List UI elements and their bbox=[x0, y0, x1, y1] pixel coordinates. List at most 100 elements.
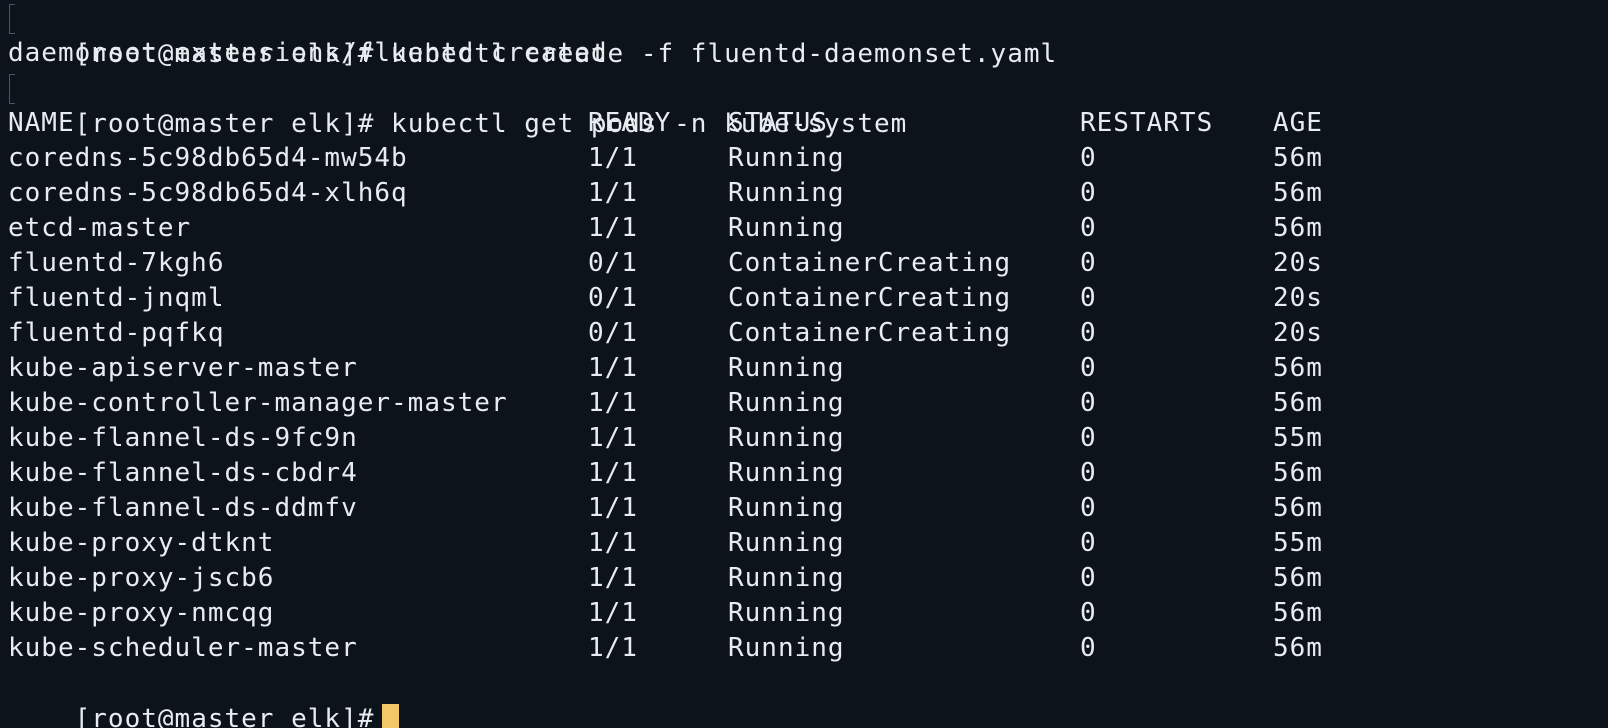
table-row: fluentd-7kgh6 0/1 ContainerCreating 0 20… bbox=[8, 245, 1322, 281]
pod-restarts: 0 bbox=[1080, 493, 1097, 523]
pod-ready: 0/1 bbox=[588, 248, 638, 278]
pod-age: 20s bbox=[1273, 248, 1323, 278]
pod-name: kube-proxy-dtknt bbox=[8, 528, 275, 558]
command-output: daemonset.extensions/fluentd created bbox=[8, 38, 608, 68]
column-header-age: AGE bbox=[1273, 108, 1323, 138]
pod-restarts: 0 bbox=[1080, 248, 1097, 278]
pod-restarts: 0 bbox=[1080, 178, 1097, 208]
table-row: kube-flannel-ds-ddmfv 1/1 Running 0 56m bbox=[8, 490, 1322, 526]
pod-status: ContainerCreating bbox=[728, 318, 1012, 348]
pod-restarts: 0 bbox=[1080, 283, 1097, 313]
pod-name: kube-flannel-ds-ddmfv bbox=[8, 493, 358, 523]
column-header-name: NAME bbox=[8, 108, 75, 138]
table-row: fluentd-pqfkq 0/1 ContainerCreating 0 20… bbox=[8, 315, 1322, 351]
table-row: kube-proxy-jscb6 1/1 Running 0 56m bbox=[8, 560, 1322, 596]
pod-restarts: 0 bbox=[1080, 458, 1097, 488]
table-row: kube-proxy-nmcqg 1/1 Running 0 56m bbox=[8, 595, 1322, 631]
pod-name: kube-controller-manager-master bbox=[8, 388, 508, 418]
pod-ready: 1/1 bbox=[588, 423, 638, 453]
pod-age: 56m bbox=[1273, 353, 1323, 383]
pod-age: 55m bbox=[1273, 423, 1323, 453]
pod-status: Running bbox=[728, 143, 845, 173]
pod-ready: 1/1 bbox=[588, 493, 638, 523]
table-row: coredns-5c98db65d4-mw54b 1/1 Running 0 5… bbox=[8, 140, 1322, 176]
pod-restarts: 0 bbox=[1080, 528, 1097, 558]
pod-status: Running bbox=[728, 458, 845, 488]
pod-age: 56m bbox=[1273, 493, 1323, 523]
pod-restarts: 0 bbox=[1080, 598, 1097, 628]
pod-age: 56m bbox=[1273, 563, 1323, 593]
pod-age: 20s bbox=[1273, 318, 1323, 348]
table-row: kube-proxy-dtknt 1/1 Running 0 55m bbox=[8, 525, 1322, 561]
pod-name: etcd-master bbox=[8, 213, 192, 243]
table-header-row: NAME READY STATUS RESTARTS AGE bbox=[8, 105, 1322, 141]
terminal-window[interactable]: [root@master elk]# kubectl create -f flu… bbox=[0, 0, 1608, 728]
active-prompt-line[interactable]: [root@master elk]# bbox=[8, 665, 400, 728]
pod-ready: 1/1 bbox=[588, 388, 638, 418]
pod-ready: 1/1 bbox=[588, 353, 638, 383]
pod-restarts: 0 bbox=[1080, 388, 1097, 418]
pod-age: 55m bbox=[1273, 528, 1323, 558]
pod-ready: 0/1 bbox=[588, 283, 638, 313]
pod-name: coredns-5c98db65d4-mw54b bbox=[8, 143, 408, 173]
table-row: kube-scheduler-master 1/1 Running 0 56m bbox=[8, 630, 1322, 666]
pod-age: 20s bbox=[1273, 283, 1323, 313]
pod-status: Running bbox=[728, 528, 845, 558]
pod-ready: 1/1 bbox=[588, 178, 638, 208]
shell-prompt: [root@master elk]# bbox=[74, 704, 375, 728]
pod-restarts: 0 bbox=[1080, 143, 1097, 173]
table-row: etcd-master 1/1 Running 0 56m bbox=[8, 210, 1322, 246]
pod-status: Running bbox=[728, 423, 845, 453]
pod-status: ContainerCreating bbox=[728, 248, 1012, 278]
table-row: coredns-5c98db65d4-xlh6q 1/1 Running 0 5… bbox=[8, 175, 1322, 211]
pod-age: 56m bbox=[1273, 598, 1323, 628]
pod-status: ContainerCreating bbox=[728, 283, 1012, 313]
pod-age: 56m bbox=[1273, 633, 1323, 663]
pod-age: 56m bbox=[1273, 143, 1323, 173]
table-row: kube-apiserver-master 1/1 Running 0 56m bbox=[8, 350, 1322, 386]
pod-status: Running bbox=[728, 178, 845, 208]
pod-name: fluentd-pqfkq bbox=[8, 318, 225, 348]
pod-status: Running bbox=[728, 563, 845, 593]
pod-ready: 1/1 bbox=[588, 633, 638, 663]
pod-age: 56m bbox=[1273, 458, 1323, 488]
pod-restarts: 0 bbox=[1080, 563, 1097, 593]
table-row: fluentd-jnqml 0/1 ContainerCreating 0 20… bbox=[8, 280, 1322, 316]
table-row: kube-flannel-ds-9fc9n 1/1 Running 0 55m bbox=[8, 420, 1322, 456]
pod-name: kube-apiserver-master bbox=[8, 353, 358, 383]
pod-status: Running bbox=[728, 388, 845, 418]
pod-name: kube-flannel-ds-9fc9n bbox=[8, 423, 358, 453]
command-line: [root@master elk]# kubectl create -f flu… bbox=[8, 0, 1057, 69]
pod-restarts: 0 bbox=[1080, 353, 1097, 383]
pod-ready: 1/1 bbox=[588, 213, 638, 243]
pod-name: fluentd-jnqml bbox=[8, 283, 225, 313]
pod-ready: 1/1 bbox=[588, 458, 638, 488]
pod-status: Running bbox=[728, 213, 845, 243]
pod-name: coredns-5c98db65d4-xlh6q bbox=[8, 178, 408, 208]
pod-ready: 0/1 bbox=[588, 318, 638, 348]
command-line: [root@master elk]# kubectl get pods -n k… bbox=[8, 70, 907, 139]
cursor-block-icon[interactable] bbox=[382, 703, 400, 728]
pod-status: Running bbox=[728, 633, 845, 663]
pod-name: kube-flannel-ds-cbdr4 bbox=[8, 458, 358, 488]
pod-name: kube-proxy-nmcqg bbox=[8, 598, 275, 628]
table-row: kube-flannel-ds-cbdr4 1/1 Running 0 56m bbox=[8, 455, 1322, 491]
column-header-restarts: RESTARTS bbox=[1080, 108, 1214, 138]
pod-status: Running bbox=[728, 353, 845, 383]
column-header-ready: READY bbox=[588, 108, 672, 138]
pod-ready: 1/1 bbox=[588, 528, 638, 558]
pod-restarts: 0 bbox=[1080, 213, 1097, 243]
pod-ready: 1/1 bbox=[588, 143, 638, 173]
pod-status: Running bbox=[728, 493, 845, 523]
pod-name: kube-scheduler-master bbox=[8, 633, 358, 663]
pod-restarts: 0 bbox=[1080, 423, 1097, 453]
pod-restarts: 0 bbox=[1080, 633, 1097, 663]
column-header-status: STATUS bbox=[728, 108, 828, 138]
pod-restarts: 0 bbox=[1080, 318, 1097, 348]
pod-ready: 1/1 bbox=[588, 598, 638, 628]
pod-age: 56m bbox=[1273, 213, 1323, 243]
pod-age: 56m bbox=[1273, 178, 1323, 208]
pod-name: fluentd-7kgh6 bbox=[8, 248, 225, 278]
pod-name: kube-proxy-jscb6 bbox=[8, 563, 275, 593]
pod-ready: 1/1 bbox=[588, 563, 638, 593]
